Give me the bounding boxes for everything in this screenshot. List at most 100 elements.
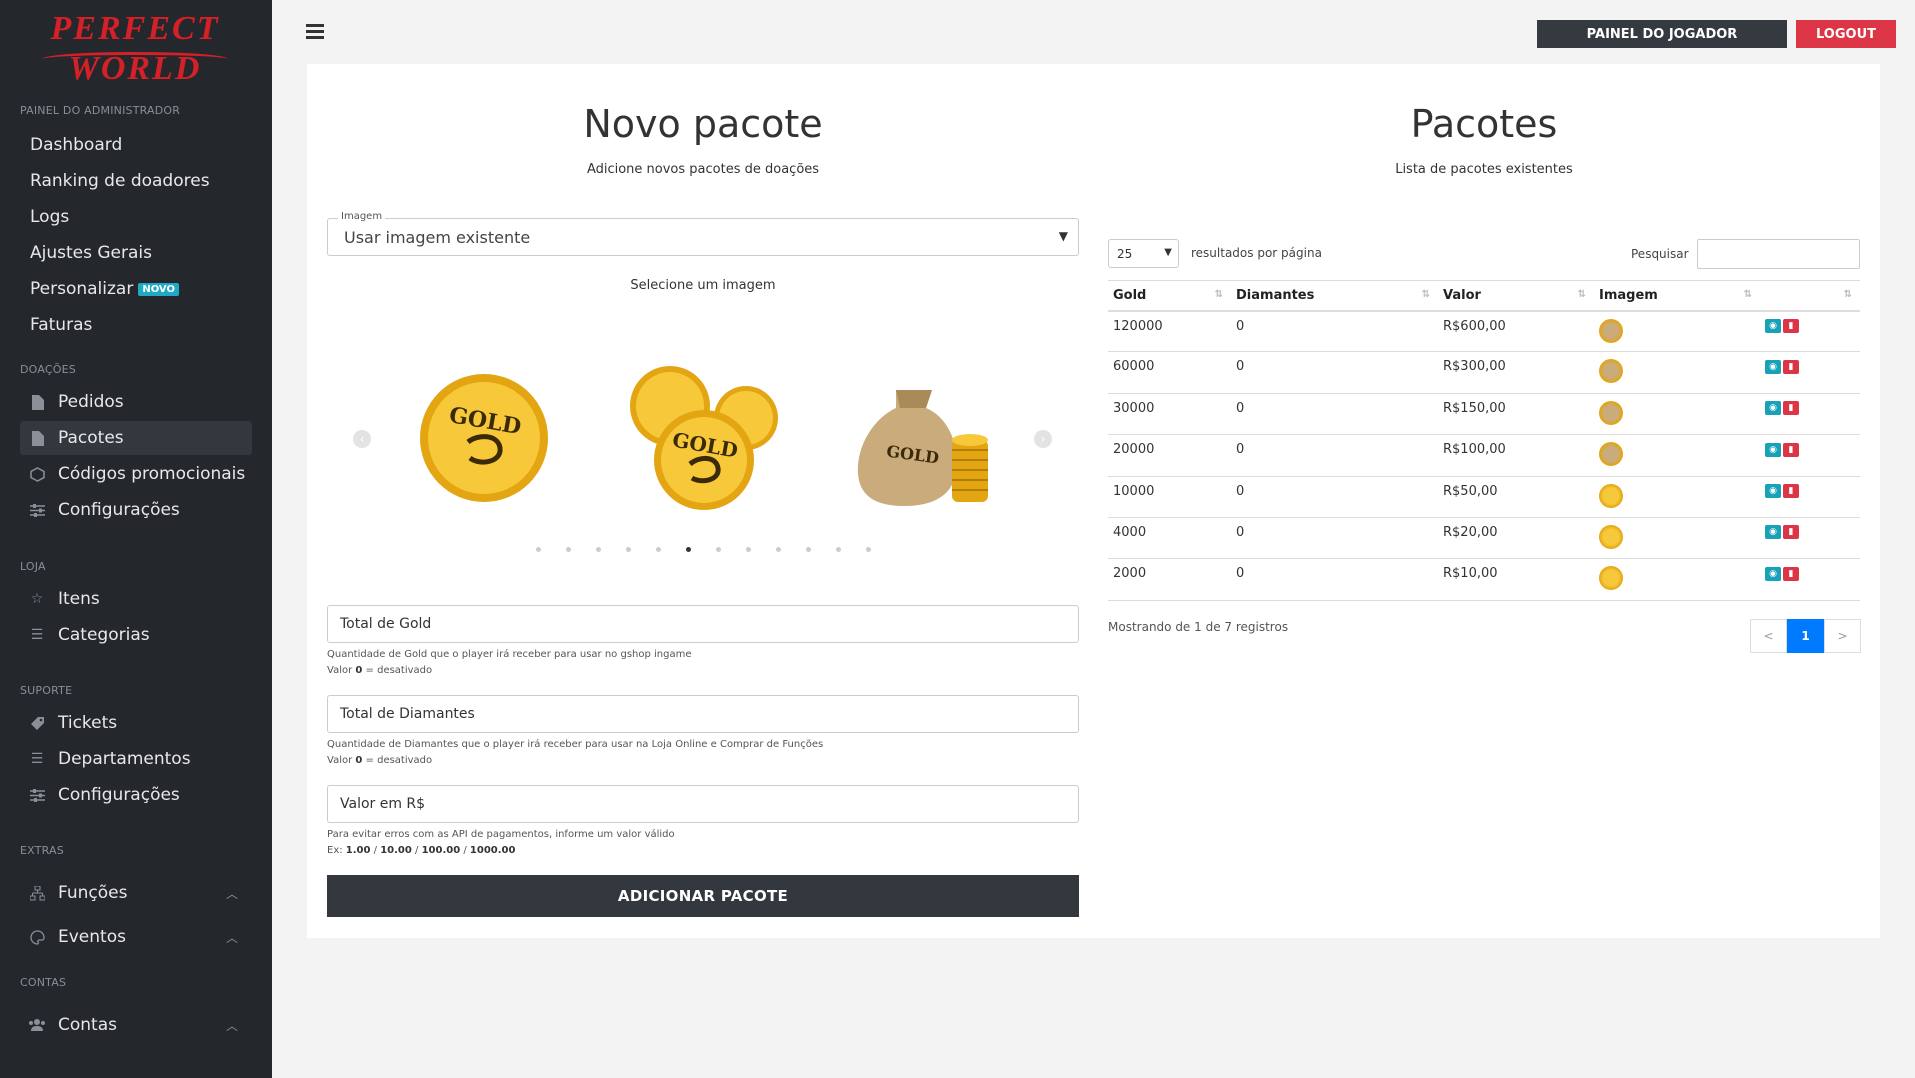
packages-title: Pacotes — [1410, 102, 1558, 146]
pagination-page-1[interactable]: 1 — [1787, 619, 1824, 653]
sidebar-item-tickets[interactable]: Tickets — [20, 706, 252, 740]
trash-icon[interactable]: ▮ — [1783, 319, 1799, 333]
sidebar-item-logs[interactable]: Logs — [20, 200, 252, 234]
player-panel-button[interactable]: PAINEL DO JOGADOR — [1537, 20, 1787, 48]
cell-actions: ◉ ▮ — [1760, 558, 1860, 601]
sliders-icon — [28, 786, 46, 804]
carousel-next-icon[interactable]: › — [1034, 430, 1052, 448]
image-select[interactable]: Imagem Usar imagem existente ▼ — [327, 211, 1079, 256]
sidebar-item-eventos[interactable]: Eventos ︿ — [20, 920, 252, 954]
sidebar-item-codigos[interactable]: Códigos promocionais — [20, 457, 252, 491]
carousel-dot[interactable] — [656, 547, 661, 552]
column-header-gold[interactable]: Gold ⇅ — [1108, 280, 1231, 312]
sidebar-item-label: Faturas — [30, 315, 93, 335]
view-icon[interactable]: ◉ — [1765, 566, 1781, 581]
sidebar-item-contas[interactable]: Contas ︿ — [20, 1008, 252, 1042]
carousel-dot[interactable] — [836, 547, 841, 552]
new-badge: NOVO — [138, 282, 179, 296]
sidebar-item-itens[interactable]: ☆ Itens — [20, 582, 252, 616]
packages-subtitle: Lista de pacotes existentes — [1395, 162, 1573, 177]
carousel-dot[interactable] — [806, 547, 811, 552]
pagination-prev[interactable]: < — [1750, 619, 1787, 653]
view-icon[interactable]: ◉ — [1765, 442, 1781, 457]
sidebar-item-pedidos[interactable]: Pedidos — [20, 385, 252, 419]
view-icon[interactable]: ◉ — [1765, 525, 1781, 540]
cell-value: R$600,00 — [1438, 310, 1594, 353]
logo-line-1: PERFECT — [50, 10, 220, 47]
sort-icon: ⇅ — [1214, 289, 1223, 300]
sidebar-item-ranking[interactable]: Ranking de doadores — [20, 164, 252, 198]
sidebar-item-dashboard[interactable]: Dashboard — [20, 128, 252, 162]
column-header-image[interactable]: Imagem ⇅ — [1594, 280, 1760, 312]
sidebar-item-configuracoes-doacoes[interactable]: Configurações — [20, 493, 252, 527]
document-icon — [28, 429, 46, 447]
diamonds-help-zero: Valor 0 = desativado — [327, 755, 433, 766]
gold-help-text: Quantidade de Gold que o player irá rece… — [327, 649, 692, 660]
carousel-prev-icon[interactable]: ‹ — [353, 430, 371, 448]
diamonds-input[interactable]: Total de Diamantes — [327, 695, 1079, 733]
logout-button[interactable]: LOGOUT — [1796, 20, 1896, 48]
trash-icon[interactable]: ▮ — [1783, 401, 1799, 416]
sidebar-item-ajustes-gerais[interactable]: Ajustes Gerais — [20, 236, 252, 270]
carousel-dot[interactable] — [746, 547, 751, 552]
cell-image — [1594, 476, 1760, 518]
view-icon[interactable]: ◉ — [1765, 319, 1781, 333]
gold-bag-image[interactable]: GOLD — [856, 370, 990, 506]
section-title-support: SUPORTE — [20, 684, 73, 697]
view-icon[interactable]: ◉ — [1765, 359, 1781, 374]
carousel-dot[interactable] — [566, 547, 571, 552]
perfect-world-logo[interactable]: PERFECT WORLD — [32, 10, 238, 88]
gold-coins-stack-image[interactable]: GOLD — [628, 364, 780, 512]
view-icon[interactable]: ◉ — [1765, 484, 1781, 499]
cell-value: R$20,00 — [1438, 517, 1594, 560]
sidebar-item-personalizar[interactable]: Personalizar NOVO — [20, 272, 252, 306]
list-icon: ☰ — [30, 627, 44, 643]
sidebar-item-label: Departamentos — [58, 749, 191, 769]
search-input[interactable] — [1697, 239, 1860, 269]
gold-input[interactable]: Total de Gold — [327, 605, 1079, 643]
gold-input-placeholder: Total de Gold — [340, 616, 432, 632]
value-help-examples: Ex: 1.00 / 10.00 / 100.00 / 1000.00 — [327, 845, 516, 856]
page-length-select[interactable]: 25 ▼ — [1108, 239, 1179, 268]
carousel-dot[interactable] — [776, 547, 781, 552]
cell-image — [1594, 517, 1760, 560]
trash-icon[interactable]: ▮ — [1783, 442, 1799, 457]
carousel-dot[interactable] — [866, 547, 871, 552]
gold-coin-image[interactable]: GOLD — [418, 372, 550, 504]
column-header-actions[interactable]: ⇅ — [1760, 280, 1860, 312]
sidebar-item-funcoes[interactable]: Funções ︿ — [20, 876, 252, 910]
view-icon[interactable]: ◉ — [1765, 401, 1781, 416]
carousel-dot[interactable] — [626, 547, 631, 552]
add-package-button[interactable]: ADICIONAR PACOTE — [327, 875, 1079, 917]
gold-help: Quantidade de Gold que o player irá rece… — [327, 647, 692, 679]
carousel-dot[interactable] — [596, 547, 601, 552]
sidebar-item-configuracoes-suporte[interactable]: Configurações — [20, 778, 252, 812]
carousel-dot[interactable] — [716, 547, 721, 552]
column-header-diamonds[interactable]: Diamantes ⇅ — [1231, 280, 1438, 312]
menu-toggle-icon[interactable] — [306, 24, 324, 40]
document-icon — [28, 393, 46, 411]
sidebar-item-faturas[interactable]: Faturas — [20, 308, 252, 342]
sidebar-item-label: Personalizar — [30, 279, 134, 299]
cell-image — [1594, 351, 1760, 394]
section-title-donations: DOAÇÕES — [20, 363, 76, 376]
value-input[interactable]: Valor em R$ — [327, 785, 1079, 823]
sidebar-item-departamentos[interactable]: ☰ Departamentos — [20, 742, 252, 776]
cell-value: R$300,00 — [1438, 351, 1594, 394]
trash-icon[interactable]: ▮ — [1783, 359, 1799, 374]
pagination-next[interactable]: > — [1824, 619, 1861, 653]
column-header-value[interactable]: Valor ⇅ — [1438, 280, 1594, 312]
table-row: 4000 0 R$20,00 ◉ ▮ — [1108, 517, 1860, 560]
sidebar-item-pacotes[interactable]: Pacotes — [20, 421, 252, 455]
carousel-dot-active[interactable] — [686, 547, 691, 552]
cell-diamonds: 0 — [1231, 476, 1438, 518]
trash-icon[interactable]: ▮ — [1783, 525, 1799, 540]
trash-icon[interactable]: ▮ — [1783, 484, 1799, 499]
page-length-label: resultados por página — [1191, 246, 1322, 260]
image-select-label: Imagem — [338, 211, 386, 222]
sidebar-item-categorias[interactable]: ☰ Categorias — [20, 618, 252, 652]
section-title-store: LOJA — [20, 560, 46, 573]
package-image-icon — [1599, 359, 1623, 384]
carousel-dot[interactable] — [536, 547, 541, 552]
trash-icon[interactable]: ▮ — [1783, 566, 1799, 581]
